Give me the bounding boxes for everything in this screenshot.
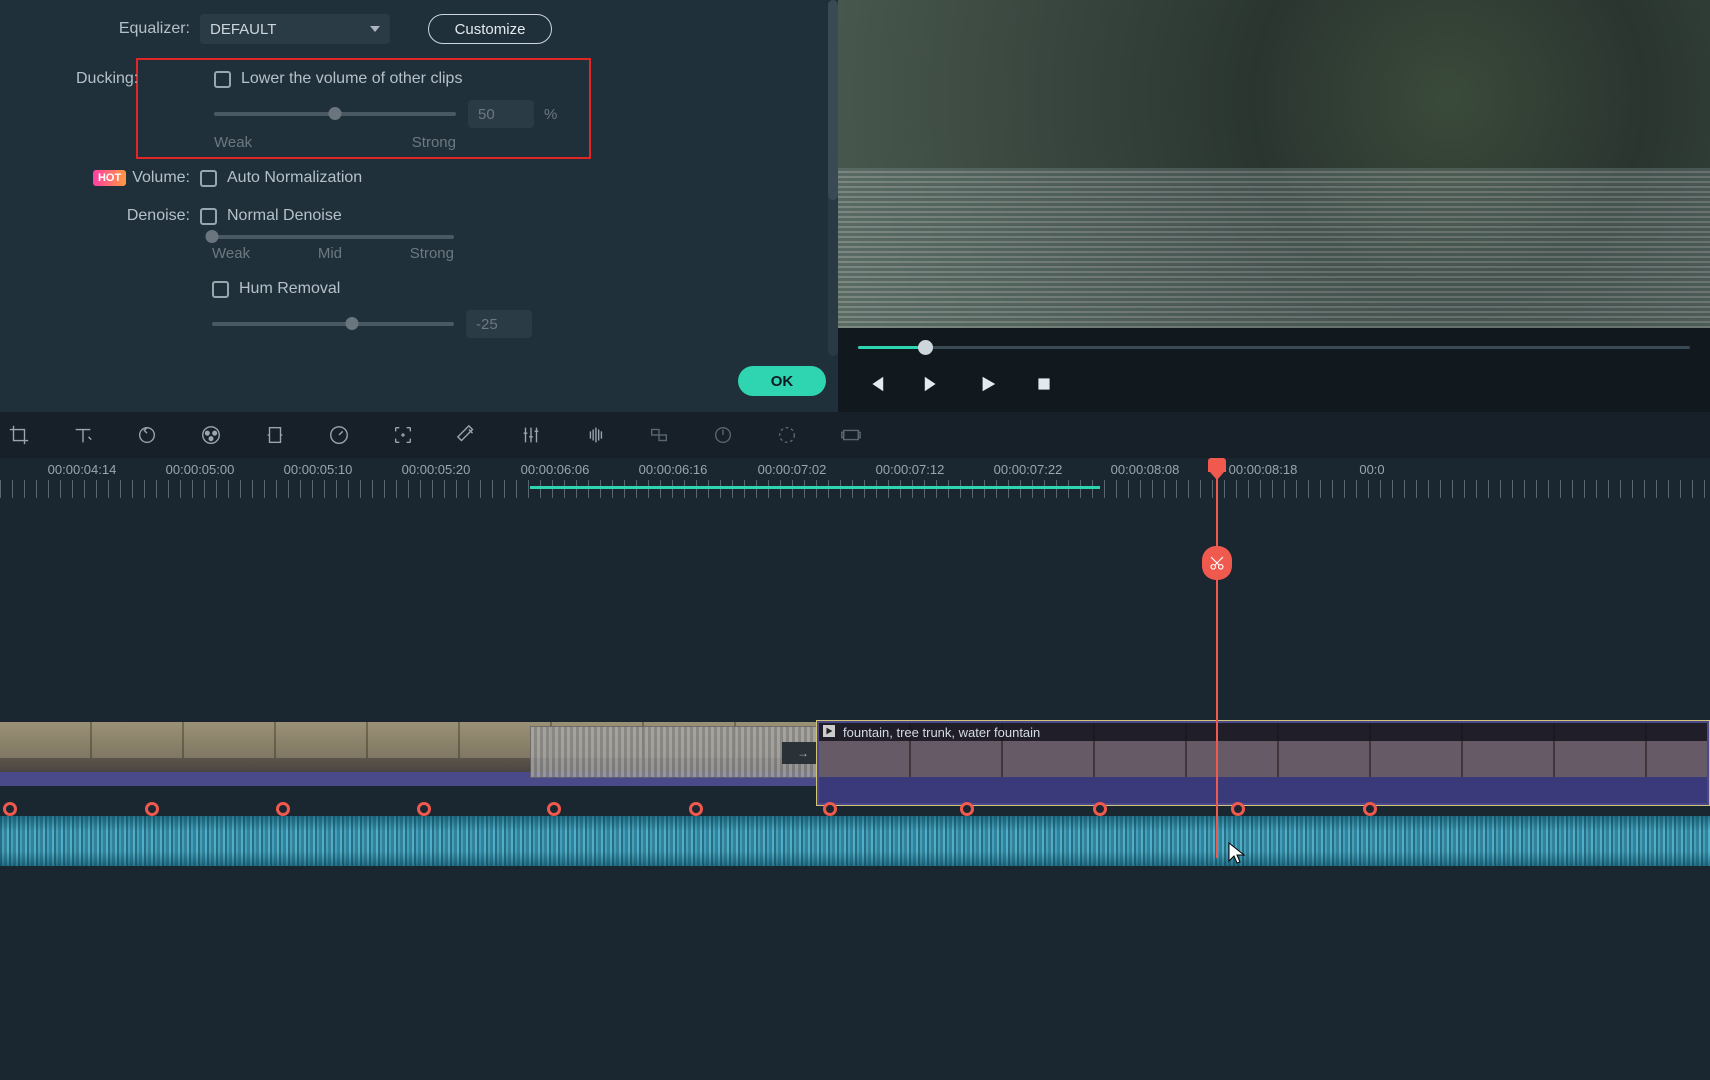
ducking-label: Ducking:	[76, 70, 138, 88]
adjust-sliders-icon[interactable]	[518, 422, 544, 448]
denoise-label: Denoise:	[0, 207, 200, 225]
volume-keyframe[interactable]	[3, 802, 17, 816]
equalizer-row: Equalizer: DEFAULT Customize	[0, 14, 838, 44]
volume-keyframe[interactable]	[1231, 802, 1245, 816]
timecode: 00:00:07:02	[758, 462, 827, 477]
timeline-ruler[interactable]: 00:00:04:14 00:00:05:00 00:00:05:10 00:0…	[0, 458, 1710, 502]
normal-denoise-checkbox[interactable]	[200, 208, 217, 225]
timecode: 00:00:06:06	[521, 462, 590, 477]
focus-icon[interactable]	[390, 422, 416, 448]
ducking-checkbox-label: Lower the volume of other clips	[241, 70, 462, 88]
video-preview[interactable]	[838, 0, 1710, 328]
stop-button[interactable]	[1034, 374, 1054, 394]
denoise-legend-weak: Weak	[212, 245, 250, 262]
audio-settings-panel: Equalizer: DEFAULT Customize Ducking: Lo…	[0, 0, 838, 412]
volume-label: Volume:	[132, 169, 190, 187]
playhead[interactable]	[1216, 458, 1218, 858]
timecode: 00:00:08:18	[1229, 462, 1298, 477]
crop-icon[interactable]	[6, 422, 32, 448]
volume-keyframe[interactable]	[1363, 802, 1377, 816]
ducking-highlight-box: Ducking: Lower the volume of other clips…	[136, 58, 591, 159]
volume-keyframe[interactable]	[689, 802, 703, 816]
normal-denoise-label: Normal Denoise	[227, 207, 342, 225]
speed-icon[interactable]	[326, 422, 352, 448]
text-icon[interactable]	[70, 422, 96, 448]
customize-button[interactable]: Customize	[428, 14, 552, 44]
denoise-legend-mid: Mid	[318, 245, 342, 262]
hot-badge: HOT	[93, 170, 126, 186]
render-bar	[530, 486, 1100, 489]
ducking-slider[interactable]	[214, 112, 456, 116]
video-track[interactable]: → fountain, tree trunk, water fountain	[0, 720, 1710, 806]
rotate-icon[interactable]	[134, 422, 160, 448]
playhead-handle[interactable]	[1208, 458, 1226, 472]
color-icon[interactable]	[198, 422, 224, 448]
preview-panel	[838, 0, 1710, 412]
play-button[interactable]	[978, 374, 998, 394]
volume-keyframe[interactable]	[960, 802, 974, 816]
volume-keyframe[interactable]	[276, 802, 290, 816]
split-audio-icon[interactable]	[646, 422, 672, 448]
stabilize-icon[interactable]	[262, 422, 288, 448]
denoise-legend-strong: Strong	[410, 245, 454, 262]
ducking-legend-weak: Weak	[214, 134, 252, 151]
audio-waveform	[0, 816, 1710, 866]
equalizer-value: DEFAULT	[210, 21, 276, 38]
volume-keyframe[interactable]	[417, 802, 431, 816]
timecode: 00:00:05:00	[166, 462, 235, 477]
ducking-checkbox[interactable]	[214, 71, 231, 88]
hum-removal-checkbox[interactable]	[212, 281, 229, 298]
timecode: 00:0	[1359, 462, 1384, 477]
step-back-button[interactable]	[866, 374, 886, 394]
timecode: 00:00:08:08	[1111, 462, 1180, 477]
clip-play-icon	[823, 725, 837, 739]
denoise-slider[interactable]	[212, 235, 454, 239]
frame-icon[interactable]	[838, 422, 864, 448]
timecode: 00:00:04:14	[48, 462, 117, 477]
volume-keyframe[interactable]	[1093, 802, 1107, 816]
equalizer-label: Equalizer:	[0, 20, 200, 38]
timeline-toolbar	[0, 412, 1710, 458]
panel-scrollbar[interactable]	[828, 0, 838, 356]
paint-icon[interactable]	[454, 422, 480, 448]
volume-keyframe[interactable]	[823, 802, 837, 816]
volume-keyframe[interactable]	[547, 802, 561, 816]
ducking-unit: %	[544, 106, 557, 123]
timecode: 00:00:07:22	[994, 462, 1063, 477]
ducking-value-input[interactable]: 50	[468, 100, 534, 128]
timeline-area: → fountain, tree trunk, water fountain	[0, 502, 1710, 1080]
step-forward-button[interactable]	[922, 374, 942, 394]
waveform-icon[interactable]	[582, 422, 608, 448]
video-clip-2[interactable]: fountain, tree trunk, water fountain	[816, 720, 1710, 806]
ok-button[interactable]: OK	[738, 366, 826, 396]
auto-normalization-label: Auto Normalization	[227, 169, 362, 187]
clip-label: fountain, tree trunk, water fountain	[843, 725, 1040, 740]
audio-dial-icon[interactable]	[710, 422, 736, 448]
auto-normalization-checkbox[interactable]	[200, 170, 217, 187]
cursor-icon	[1228, 842, 1246, 871]
audio-track[interactable]	[0, 816, 1710, 866]
timecode: 00:00:07:12	[876, 462, 945, 477]
hum-slider[interactable]	[212, 322, 454, 326]
timecode: 00:00:05:10	[284, 462, 353, 477]
volume-keyframe[interactable]	[145, 802, 159, 816]
split-scissor-button[interactable]	[1202, 546, 1232, 580]
chevron-down-icon	[370, 26, 380, 32]
ducking-legend-strong: Strong	[412, 134, 456, 151]
hum-removal-label: Hum Removal	[239, 280, 340, 298]
preview-seekbar[interactable]	[858, 340, 1690, 356]
timecode: 00:00:06:16	[639, 462, 708, 477]
sync-icon[interactable]	[774, 422, 800, 448]
equalizer-select[interactable]: DEFAULT	[200, 14, 390, 44]
volume-keyframe-track[interactable]	[0, 802, 1710, 816]
timecode: 00:00:05:20	[402, 462, 471, 477]
volume-row: HOT Volume: Auto Normalization	[0, 169, 838, 187]
hum-value-input[interactable]: -25	[466, 310, 532, 338]
